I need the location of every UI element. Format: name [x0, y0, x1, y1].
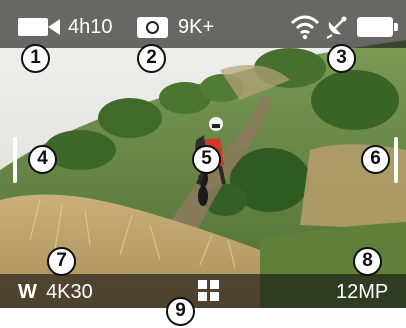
video-remaining-time: 4h10 [68, 16, 113, 38]
gps-satellite-icon [326, 16, 347, 39]
callout-8: 8 [353, 247, 382, 276]
video-camera-icon [18, 18, 48, 36]
video-camera-lens-icon [48, 19, 60, 35]
wifi-icon [290, 15, 320, 40]
callout-4: 4 [28, 145, 57, 174]
photos-remaining: 9K+ [178, 16, 215, 38]
grid-menu-icon[interactable] [198, 280, 220, 302]
battery-tip [394, 23, 398, 31]
photo-resolution[interactable]: 12MP [336, 282, 388, 302]
right-swipe-handle[interactable] [394, 137, 398, 183]
callout-7: 7 [47, 247, 76, 276]
callout-1: 1 [21, 44, 50, 73]
left-swipe-handle[interactable] [13, 137, 17, 183]
lens-mode[interactable]: W [18, 282, 37, 302]
callout-9: 9 [166, 297, 195, 326]
callout-2: 2 [137, 44, 166, 73]
callout-6: 6 [361, 145, 390, 174]
callout-3: 3 [327, 44, 356, 73]
video-mode[interactable]: 4K30 [46, 282, 93, 302]
battery-icon [357, 17, 393, 37]
callout-5: 5 [192, 145, 221, 174]
camera-icon [137, 17, 168, 38]
